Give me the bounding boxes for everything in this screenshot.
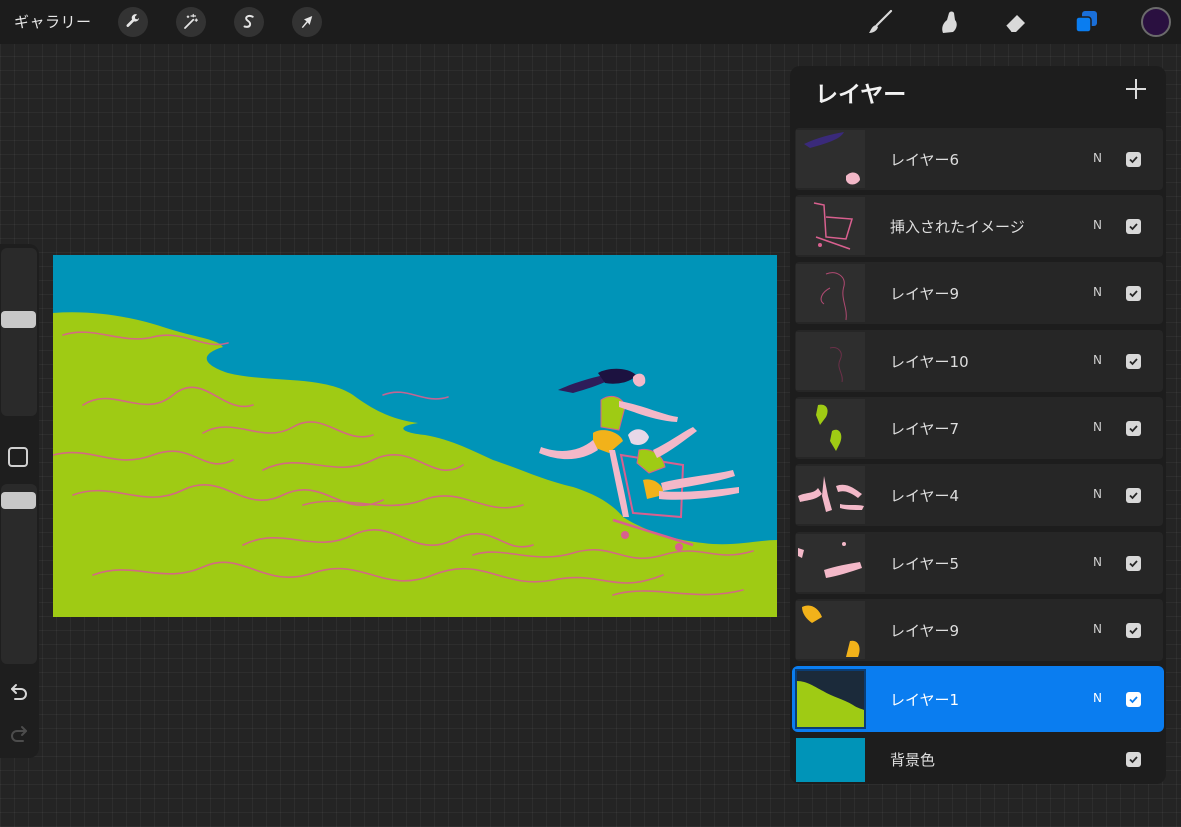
blend-mode-button[interactable]: N: [1093, 622, 1102, 636]
layers-panel-title: レイヤー: [815, 82, 907, 108]
wrench-icon[interactable]: [118, 7, 148, 37]
layers-icon[interactable]: [1070, 6, 1102, 38]
background-color-swatch[interactable]: [796, 738, 865, 782]
opacity-slider[interactable]: [1, 484, 37, 664]
artwork: [53, 255, 777, 617]
layer-row[interactable]: レイヤー10 N: [795, 330, 1163, 392]
checkbox-check-icon[interactable]: [1126, 623, 1141, 638]
layer-row[interactable]: レイヤー9 N: [795, 599, 1163, 661]
blend-mode-button[interactable]: N: [1093, 285, 1102, 299]
checkbox-check-icon[interactable]: [1126, 692, 1141, 707]
blend-mode-button[interactable]: N: [1093, 151, 1102, 165]
background-color-layer[interactable]: 背景色: [795, 734, 1163, 796]
layer-name: レイヤー9: [890, 622, 960, 640]
checkbox-check-icon[interactable]: [1126, 286, 1141, 301]
layer-name: レイヤー9: [890, 285, 960, 303]
layer-name: レイヤー7: [890, 420, 960, 438]
checkbox-check-icon[interactable]: [1126, 752, 1141, 767]
top-toolbar: ギャラリー: [0, 0, 1181, 44]
blend-mode-button[interactable]: N: [1093, 218, 1102, 232]
checkbox-check-icon[interactable]: [1126, 556, 1141, 571]
layer-name: レイヤー1: [890, 691, 960, 709]
selection-s-icon[interactable]: [234, 7, 264, 37]
blend-mode-button[interactable]: N: [1093, 487, 1102, 501]
layer-name: レイヤー10: [890, 353, 969, 371]
blend-mode-button[interactable]: N: [1093, 555, 1102, 569]
layer-row[interactable]: レイヤー5 N: [795, 532, 1163, 594]
plus-icon[interactable]: [1123, 76, 1149, 102]
checkbox-check-icon[interactable]: [1126, 152, 1141, 167]
layer-row[interactable]: レイヤー4 N: [795, 464, 1163, 526]
undo-icon[interactable]: [8, 680, 30, 702]
square-modify-icon[interactable]: [8, 447, 28, 467]
layer-row[interactable]: レイヤー6 N: [795, 128, 1163, 190]
layers-panel: レイヤー レイヤー6 N 挿入されたイメージ N レイヤー9 N レイヤー10 …: [790, 66, 1166, 784]
blend-mode-button[interactable]: N: [1093, 420, 1102, 434]
layer-name: レイヤー6: [890, 151, 960, 169]
layer-thumbnail: [796, 264, 865, 322]
layer-thumbnail: [796, 466, 865, 524]
layer-thumbnail: [796, 399, 865, 457]
layer-row[interactable]: 挿入されたイメージ N: [795, 195, 1163, 257]
eraser-icon[interactable]: [1000, 6, 1032, 38]
layer-name: レイヤー5: [890, 555, 960, 573]
left-sidebar: [0, 244, 39, 758]
redo-icon[interactable]: [8, 722, 30, 744]
layer-thumbnail: [795, 669, 866, 729]
blend-mode-button[interactable]: N: [1093, 353, 1102, 367]
layer-row[interactable]: レイヤー7 N: [795, 397, 1163, 459]
checkbox-check-icon[interactable]: [1126, 488, 1141, 503]
cursor-arrow-icon[interactable]: [292, 7, 322, 37]
layer-thumbnail: [796, 332, 865, 390]
color-picker-swatch[interactable]: [1141, 7, 1171, 37]
gallery-button[interactable]: ギャラリー: [14, 11, 92, 32]
layer-row[interactable]: レイヤー9 N: [795, 262, 1163, 324]
smudge-icon[interactable]: [932, 6, 964, 38]
layer-row-selected[interactable]: レイヤー1 N: [792, 666, 1164, 732]
layer-thumbnail: [796, 534, 865, 592]
layer-name: 挿入されたイメージ: [890, 218, 1025, 236]
blend-mode-button[interactable]: N: [1093, 691, 1102, 705]
brush-size-slider[interactable]: [1, 248, 37, 416]
layer-thumbnail: [796, 197, 865, 255]
layer-name: 背景色: [890, 751, 936, 769]
layer-thumbnail: [796, 601, 865, 659]
checkbox-check-icon[interactable]: [1126, 354, 1141, 369]
brush-size-thumb[interactable]: [1, 311, 36, 329]
checkbox-check-icon[interactable]: [1126, 421, 1141, 436]
magic-wand-icon[interactable]: [176, 7, 206, 37]
drawing-canvas[interactable]: [53, 255, 777, 617]
layer-name: レイヤー4: [890, 487, 960, 505]
brush-icon[interactable]: [864, 6, 896, 38]
checkbox-check-icon[interactable]: [1126, 219, 1141, 234]
opacity-thumb[interactable]: [1, 492, 36, 510]
layer-thumbnail: [796, 130, 865, 188]
